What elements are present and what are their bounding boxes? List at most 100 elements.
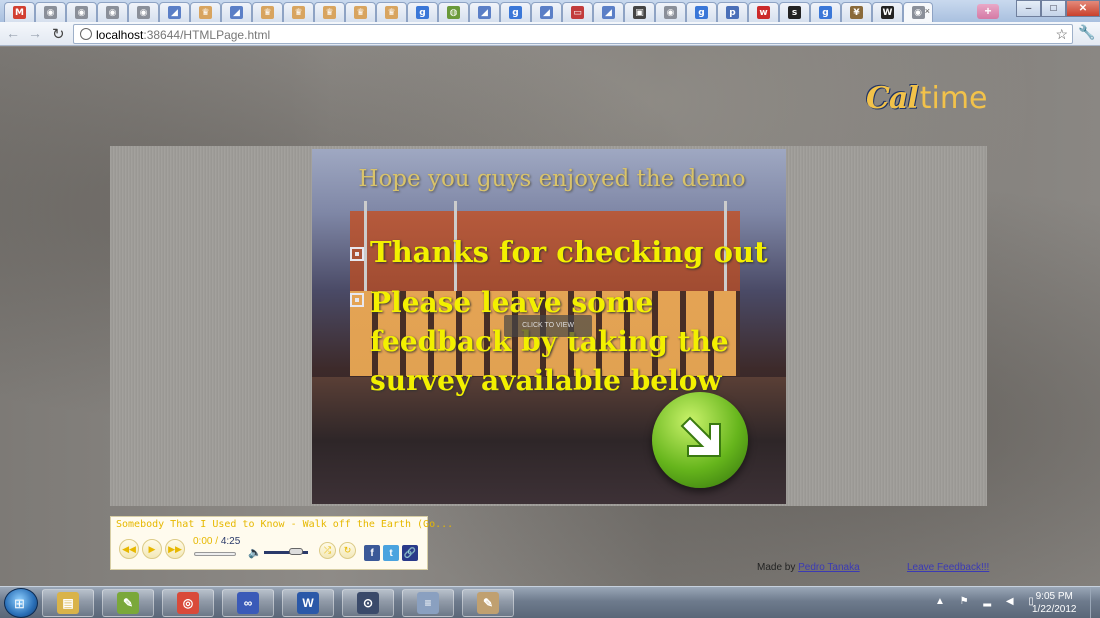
show-desktop-button[interactable]: [1090, 587, 1100, 618]
slide-bullet-1: Thanks for checking out: [370, 235, 768, 269]
browser-tab[interactable]: ♛: [376, 2, 407, 22]
browser-tab[interactable]: ¥: [841, 2, 872, 22]
browser-tab[interactable]: ◉: [66, 2, 97, 22]
system-tray-icons[interactable]: ▲ ⚑ ▂ ◀ ▯: [935, 596, 1040, 607]
browser-tab[interactable]: p: [717, 2, 748, 22]
crown-icon: ♛: [323, 6, 336, 19]
facebook-share-button[interactable]: f: [364, 545, 380, 561]
taskbar-app[interactable]: W: [282, 589, 334, 617]
taskbar-app[interactable]: ▤: [42, 589, 94, 617]
volume-handle[interactable]: [289, 548, 303, 555]
tab-strip: ◉ × W ¥ g s w p g ◉ ▣ ◢ ▭ ◢ g ◢ ◍ g ♛ ♛ ♛ ♛ ♛ ◢ ♛ ◢ ◉ ◉ ◉ ◉ M + – □ ✕: [0, 0, 1100, 22]
clock-date: 1/22/2012: [1032, 604, 1077, 615]
browser-tab[interactable]: ◉: [655, 2, 686, 22]
presentation-slide[interactable]: Hope you guys enjoyed the demo Thanks fo…: [312, 149, 786, 504]
browser-tab[interactable]: g: [500, 2, 531, 22]
browser-tab[interactable]: ◢: [531, 2, 562, 22]
taskbar-app[interactable]: ✎: [462, 589, 514, 617]
browser-tab[interactable]: ◉ ×: [903, 2, 933, 22]
browser-tab[interactable]: ◢: [469, 2, 500, 22]
docs-icon: ◢: [540, 6, 553, 19]
page-content: Cal time Hope you guys enjoyed the demo …: [0, 47, 1100, 586]
lock-app-icon: ⊙: [357, 592, 379, 614]
p-icon: p: [726, 6, 739, 19]
crown-icon: ♛: [385, 6, 398, 19]
browser-tab[interactable]: ▭: [562, 2, 593, 22]
bullet-icon: [350, 293, 364, 307]
browser-tab[interactable]: g: [810, 2, 841, 22]
browser-tab[interactable]: ◍: [438, 2, 469, 22]
browser-tab[interactable]: ◢: [221, 2, 252, 22]
page-icon: ◉: [44, 6, 57, 19]
rewind-button[interactable]: ◀◀: [119, 539, 139, 559]
browser-tab[interactable]: ◉: [128, 2, 159, 22]
taskbar-app[interactable]: ◎: [162, 589, 214, 617]
page-icon: ◉: [137, 6, 150, 19]
music-player: Somebody That I Used to Know - Walk off …: [110, 516, 453, 570]
volume-icon[interactable]: 🔈: [248, 546, 262, 559]
browser-tab[interactable]: ♛: [252, 2, 283, 22]
author-link[interactable]: Pedro Tanaka: [798, 562, 860, 573]
browser-tab[interactable]: ♛: [345, 2, 376, 22]
forward-button[interactable]: →: [26, 25, 44, 41]
google-icon: g: [509, 6, 522, 19]
docs-icon: ◢: [230, 6, 243, 19]
close-tab-icon[interactable]: ×: [925, 6, 930, 16]
progress-slider[interactable]: [194, 552, 236, 556]
caltime-logo[interactable]: Cal time: [866, 81, 988, 116]
browser-tab[interactable]: w: [748, 2, 779, 22]
close-window-button[interactable]: ✕: [1066, 0, 1100, 17]
flagpole: [364, 201, 367, 291]
survey-arrow-button[interactable]: [652, 392, 748, 488]
slide-bullet-2: Please leave some feedback by taking the…: [370, 286, 729, 397]
browser-tab[interactable]: ♛: [190, 2, 221, 22]
browser-tab[interactable]: ◉: [35, 2, 66, 22]
browser-tab[interactable]: ◢: [159, 2, 190, 22]
browser-tab[interactable]: M: [4, 2, 35, 22]
crown-icon: ♛: [354, 6, 367, 19]
twitter-share-button[interactable]: t: [383, 545, 399, 561]
url-text[interactable]: localhost:38644/HTMLPage.html: [96, 28, 270, 42]
browser-tab[interactable]: ◉: [97, 2, 128, 22]
bookmark-star-icon[interactable]: ☆: [1055, 26, 1068, 43]
play-button[interactable]: ▶: [142, 539, 162, 559]
repeat-button[interactable]: ↻: [339, 542, 356, 559]
page-info-icon[interactable]: [80, 28, 92, 40]
google-icon: g: [819, 6, 832, 19]
notepad-icon: ✎: [117, 592, 139, 614]
taskbar-app[interactable]: ⊙: [342, 589, 394, 617]
fast-forward-button[interactable]: ▶▶: [165, 539, 185, 559]
taskbar-app[interactable]: ∞: [222, 589, 274, 617]
leave-feedback-link[interactable]: Leave Feedback!!!: [907, 562, 989, 573]
minimize-button[interactable]: –: [1016, 0, 1041, 17]
taskbar-app[interactable]: ✎: [102, 589, 154, 617]
chrome-icon: ◎: [177, 592, 199, 614]
click-to-view-overlay[interactable]: CLICK TO VIEW: [504, 315, 592, 337]
back-button[interactable]: ←: [4, 25, 22, 41]
browser-tab[interactable]: ♛: [283, 2, 314, 22]
page-icon: ◉: [106, 6, 119, 19]
browser-tab[interactable]: ◢: [593, 2, 624, 22]
share-link-button[interactable]: 🔗: [402, 545, 418, 561]
word-icon: W: [297, 592, 319, 614]
browser-tab[interactable]: g: [686, 2, 717, 22]
browser-tab[interactable]: g: [407, 2, 438, 22]
start-button[interactable]: ⊞: [4, 588, 38, 618]
browser-tab[interactable]: ♛: [314, 2, 345, 22]
taskbar-app[interactable]: ≡: [402, 589, 454, 617]
shuffle-button[interactable]: ⤮: [319, 542, 336, 559]
system-clock[interactable]: 9:05 PM 1/22/2012: [1032, 590, 1077, 616]
clock-time: 9:05 PM: [1035, 591, 1073, 602]
infinity-app-icon: ∞: [237, 592, 259, 614]
browser-tab[interactable]: s: [779, 2, 810, 22]
crown-icon: ♛: [261, 6, 274, 19]
wrench-menu-icon[interactable]: 🔧: [1078, 24, 1095, 41]
page-icon: ◉: [911, 6, 925, 19]
browser-tab[interactable]: W: [872, 2, 903, 22]
new-tab-button[interactable]: +: [977, 4, 999, 19]
browser-toolbar: ← → ↻ localhost:38644/HTMLPage.html ☆ 🔧: [0, 22, 1100, 46]
browser-tab[interactable]: ▣: [624, 2, 655, 22]
maximize-button[interactable]: □: [1041, 0, 1066, 17]
address-bar[interactable]: localhost:38644/HTMLPage.html ☆: [73, 24, 1073, 44]
reload-button[interactable]: ↻: [52, 25, 65, 43]
